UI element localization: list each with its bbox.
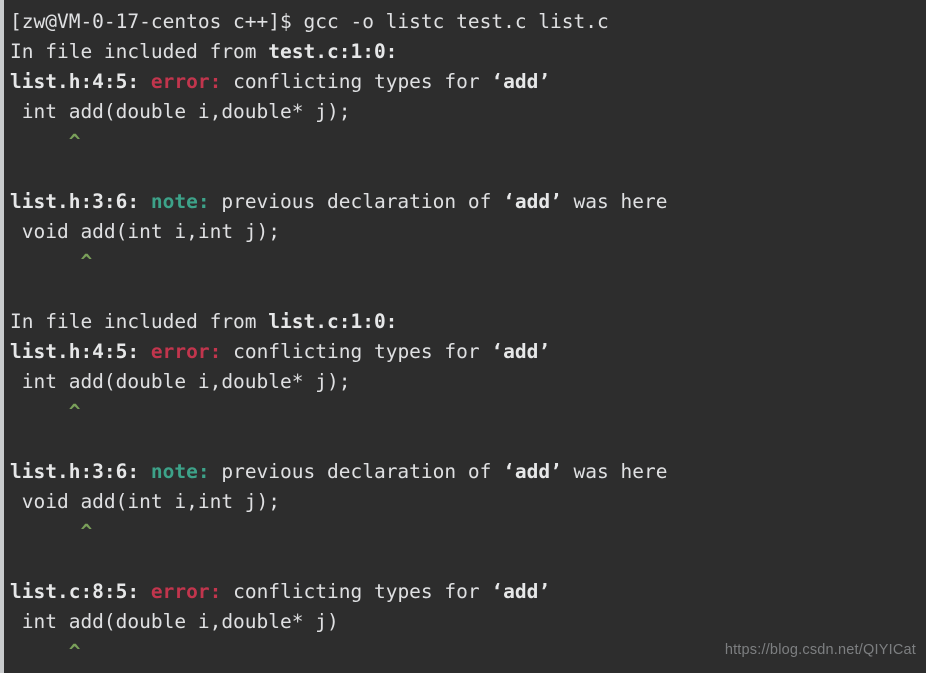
terminal-text-segment: void add(int i,int j); <box>10 220 281 243</box>
command-line: [zw@VM-0-17-centos c++]$ gcc -o listc te… <box>4 7 926 37</box>
terminal-text-segment: ^ <box>10 640 81 663</box>
blank-line-d <box>4 547 926 577</box>
terminal-text-segment: ‘add’ <box>491 70 551 93</box>
include-trace-list-c: In file included from list.c:1:0: <box>4 307 926 337</box>
diagnostic-error-list-c-8-5: list.c:8:5: error: conflicting types for… <box>4 577 926 607</box>
terminal-text-segment: previous declaration of <box>209 190 504 213</box>
source-echo-void-add-semicolon-b: void add(int i,int j); <box>4 487 926 517</box>
terminal-text-segment: note: <box>150 190 210 213</box>
terminal-text-segment: int add(double i,double* j); <box>10 370 351 393</box>
terminal-text-segment: int add(double i,double* j); <box>10 100 351 123</box>
terminal-text-segment: ^ <box>10 130 81 153</box>
diagnostic-error-list-h-4-5-b: list.h:4:5: error: conflicting types for… <box>4 337 926 367</box>
terminal-text-segment: ‘add’ <box>491 580 551 603</box>
source-echo-void-add-semicolon-a: void add(int i,int j); <box>4 217 926 247</box>
blank-line-e <box>4 667 926 673</box>
diagnostic-error-list-h-4-5-a: list.h:4:5: error: conflicting types for… <box>4 67 926 97</box>
terminal-text-segment: ^ <box>10 250 93 273</box>
terminal-text-segment: list.h:4:5: <box>10 70 140 93</box>
terminal-text-segment: ‘add’ <box>503 190 562 213</box>
terminal-text-segment: error: <box>150 340 222 363</box>
include-trace-test-c: In file included from test.c:1:0: <box>4 37 926 67</box>
terminal-text-segment: ‘add’ <box>503 460 562 483</box>
source-echo-int-add: int add(double i,double* j) <box>4 607 926 637</box>
terminal-window[interactable]: [zw@VM-0-17-centos c++]$ gcc -o listc te… <box>0 0 926 673</box>
terminal-text-segment: conflicting types for <box>221 340 492 363</box>
terminal-text-segment: In file included from <box>10 40 269 63</box>
caret-marker-d: ^ <box>4 517 926 547</box>
terminal-text-segment: was here <box>561 190 668 213</box>
diagnostic-note-list-h-3-6-b: list.h:3:6: note: previous declaration o… <box>4 457 926 487</box>
terminal-text-segment: note: <box>150 460 210 483</box>
terminal-text-segment: conflicting types for <box>221 580 492 603</box>
terminal-text-segment: list.h:4:5: <box>10 340 140 363</box>
terminal-text-segment: conflicting types for <box>221 70 492 93</box>
terminal-text-segment: ^ <box>10 520 93 543</box>
terminal-text-segment: was here <box>561 460 668 483</box>
caret-marker-b: ^ <box>4 247 926 277</box>
terminal-text-segment: previous declaration of <box>209 460 504 483</box>
terminal-text-segment: In file included from <box>10 310 269 333</box>
source-echo-int-add-semicolon-a: int add(double i,double* j); <box>4 97 926 127</box>
blank-line-c <box>4 427 926 457</box>
scrollback-partial-line <box>4 0 926 7</box>
caret-marker-c: ^ <box>4 397 926 427</box>
terminal-text-segment: error: <box>150 70 222 93</box>
diagnostic-note-list-h-3-6-a: list.h:3:6: note: previous declaration o… <box>4 187 926 217</box>
blank-line-a <box>4 157 926 187</box>
terminal-text-segment: error: <box>150 580 222 603</box>
terminal-text-segment: list.c:1:0: <box>268 310 398 333</box>
terminal-text-segment: [zw@VM-0-17-centos c++]$ gcc -o listc te… <box>10 10 609 33</box>
terminal-text-segment: list.c:8:5: <box>10 580 140 603</box>
terminal-text-segment: ‘add’ <box>491 340 551 363</box>
watermark-label: https://blog.csdn.net/QIYICat <box>724 642 916 658</box>
terminal-screen: [zw@VM-0-17-centos c++]$ gcc -o listc te… <box>4 0 926 673</box>
terminal-text-segment: int add(double i,double* j) <box>10 610 339 633</box>
caret-marker-a: ^ <box>4 127 926 157</box>
terminal-text-segment: void add(int i,int j); <box>10 490 281 513</box>
terminal-text-segment: ^ <box>10 400 81 423</box>
blank-line-b <box>4 277 926 307</box>
terminal-text-segment: list.h:3:6: <box>10 460 140 483</box>
terminal-text-segment: test.c:1:0: <box>268 40 398 63</box>
terminal-text-segment: list.h:3:6: <box>10 190 140 213</box>
source-echo-int-add-semicolon-b: int add(double i,double* j); <box>4 367 926 397</box>
